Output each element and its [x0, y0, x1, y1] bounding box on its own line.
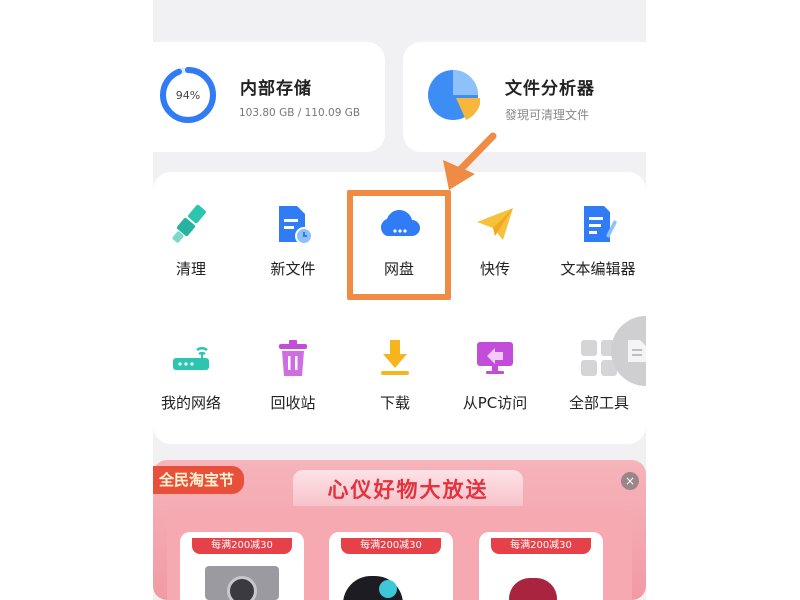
tool-label: 从PC访问	[462, 394, 528, 412]
deal-tag: 每满200减30	[341, 538, 441, 554]
tool-label: 回收站	[270, 394, 316, 412]
text-editor-icon	[584, 206, 617, 242]
highlight-box	[347, 190, 451, 300]
tool-new-file[interactable]: 新文件	[243, 202, 343, 279]
tool-text-editor[interactable]: 文本编辑器	[548, 202, 646, 279]
storage-title: 内部存储	[240, 79, 312, 99]
tool-recycle-bin[interactable]: 回收站	[243, 336, 343, 413]
deal-tag: 每满200减30	[192, 538, 292, 554]
washing-machine-image	[205, 566, 279, 600]
tool-access-from-pc[interactable]: 从PC访问	[445, 336, 545, 413]
paper-plane-icon	[477, 208, 513, 240]
router-icon	[173, 347, 209, 370]
pie-chart-icon	[428, 70, 480, 120]
trash-icon	[279, 340, 307, 376]
download-icon	[381, 340, 409, 375]
tool-my-network[interactable]: 我的网络	[153, 336, 241, 413]
analyzer-subtitle: 發現可清理文件	[505, 108, 590, 122]
storage-usage: 103.80 GB / 110.09 GB	[239, 107, 361, 119]
new-file-icon	[279, 206, 313, 245]
tool-label: 清理	[175, 260, 206, 278]
tool-clean[interactable]: 清理	[153, 202, 241, 279]
tool-label: 新文件	[270, 260, 316, 278]
pc-access-icon	[477, 342, 513, 374]
document-icon	[628, 340, 646, 362]
file-manager-screen: 94% 内部存储 103.80 GB / 110.09 GB 文件分析器 發現可…	[153, 0, 646, 600]
deal-tag: 每满200减30	[491, 538, 591, 554]
promo-tag: 全民淘宝节	[153, 466, 245, 494]
tool-download[interactable]: 下载	[345, 336, 445, 413]
tool-label: 我的网络	[160, 394, 221, 412]
tool-label: 文本编辑器	[560, 260, 636, 278]
broom-icon	[172, 204, 206, 243]
close-icon[interactable]: ×	[621, 472, 639, 490]
tool-label: 下载	[379, 394, 410, 412]
tool-label: 快传	[479, 260, 510, 278]
analyzer-title: 文件分析器	[505, 79, 595, 99]
tool-label: 全部工具	[568, 394, 629, 412]
tool-quick-transfer[interactable]: 快传	[445, 202, 545, 279]
storage-percent: 94%	[175, 88, 201, 102]
promo-title: 心仪好物大放送	[327, 478, 489, 502]
